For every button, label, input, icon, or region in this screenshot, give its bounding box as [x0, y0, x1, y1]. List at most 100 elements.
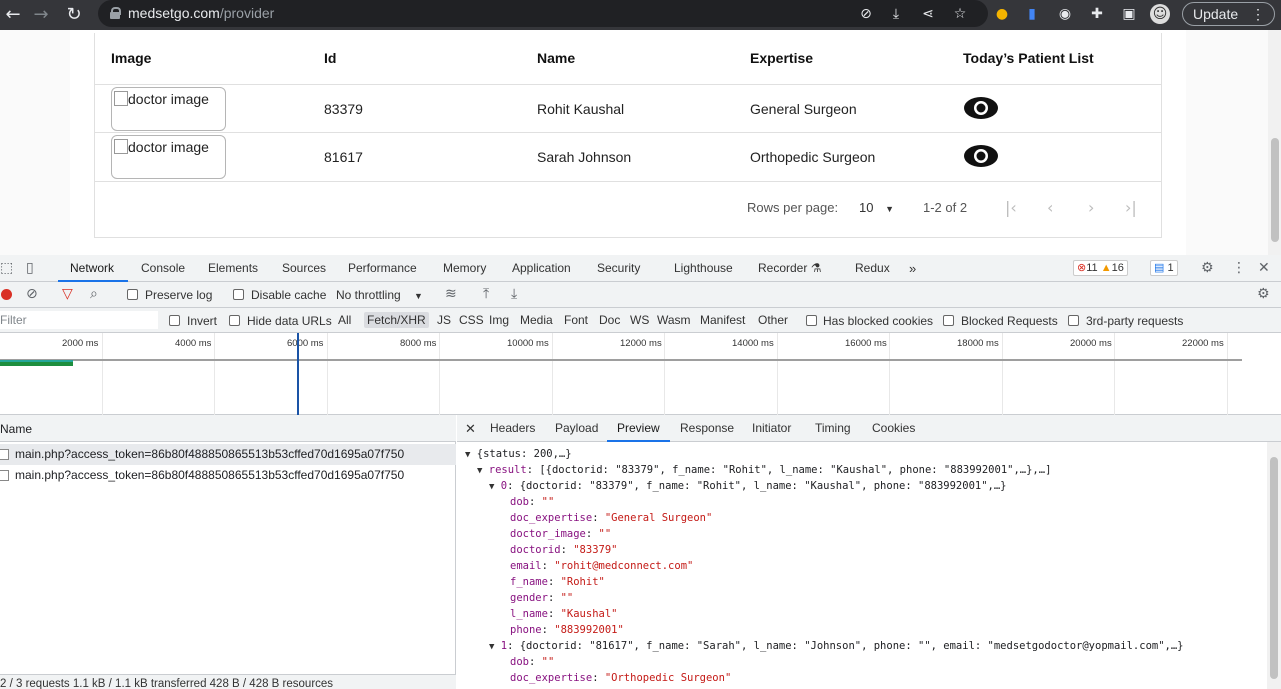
error-count: 11: [1086, 262, 1098, 274]
back-arrow-icon[interactable]: ←: [2, 4, 24, 26]
view-patients-eye-icon[interactable]: [963, 96, 999, 120]
type-filter-wasm[interactable]: Wasm: [654, 312, 694, 328]
last-page-icon[interactable]: ›|: [1125, 198, 1137, 217]
preview-scroll-thumb[interactable]: [1270, 457, 1278, 679]
tab-headers[interactable]: Headers: [490, 421, 535, 435]
close-devtools-icon[interactable]: ✕: [1258, 260, 1270, 276]
tab-network[interactable]: Network: [70, 261, 114, 275]
type-filter-img[interactable]: Img: [486, 312, 512, 328]
filter-input[interactable]: Filter: [0, 311, 158, 329]
tab-elements[interactable]: Elements: [208, 261, 258, 275]
tab-payload[interactable]: Payload: [555, 421, 598, 435]
tab-cookies[interactable]: Cookies: [872, 421, 915, 435]
devtools-tab-bar: ⬚ ▯ Network Console Elements Sources Per…: [0, 255, 1281, 282]
preview-item-0[interactable]: ▼ 0: {doctorid: "83379", f_name: "Rohit"…: [489, 480, 1007, 492]
address-bar[interactable]: medsetgo.com/provider ⊘ ⤓ ⋖ ☆: [98, 0, 988, 27]
first-page-icon[interactable]: |‹: [1005, 198, 1017, 217]
extension-1-icon[interactable]: ●: [992, 4, 1012, 24]
import-har-icon[interactable]: ⤒: [483, 286, 489, 302]
device-toolbar-icon[interactable]: ▯: [26, 260, 34, 276]
share-icon[interactable]: ⋖: [918, 4, 938, 24]
tab-response[interactable]: Response: [680, 421, 734, 435]
type-filter-js[interactable]: JS: [434, 312, 454, 328]
type-filter-other[interactable]: Other: [755, 312, 791, 328]
reload-icon[interactable]: ↻: [63, 4, 85, 26]
install-app-icon[interactable]: ⤓: [886, 4, 906, 24]
tab-console[interactable]: Console: [141, 261, 185, 275]
preview-result[interactable]: ▼ result: [{doctorid: "83379", f_name: "…: [477, 464, 1051, 476]
type-filter-ws[interactable]: WS: [627, 312, 652, 328]
rows-per-page-select[interactable]: 10 ▼: [859, 200, 894, 215]
close-detail-icon[interactable]: ✕: [465, 421, 476, 437]
more-tabs-icon[interactable]: »: [909, 261, 916, 276]
extensions-puzzle-icon[interactable]: ✚: [1087, 4, 1107, 24]
type-filter-fetch-xhr[interactable]: Fetch/XHR: [364, 312, 429, 328]
tab-initiator[interactable]: Initiator: [752, 421, 791, 435]
filter-funnel-icon[interactable]: ▽: [62, 286, 73, 302]
view-patients-eye-icon[interactable]: [963, 144, 999, 168]
disable-cache-checkbox[interactable]: [233, 289, 244, 300]
side-panel-icon[interactable]: ▣: [1119, 4, 1139, 24]
tab-preview[interactable]: Preview: [617, 421, 660, 435]
tab-timing[interactable]: Timing: [815, 421, 851, 435]
type-filter-all[interactable]: All: [335, 312, 354, 328]
messages-badge[interactable]: ▤ 1: [1150, 260, 1178, 276]
menu-dots-icon[interactable]: ⋮: [1251, 3, 1265, 25]
property-value: "Kaushal": [560, 608, 618, 620]
network-settings-icon[interactable]: ⚙: [1257, 286, 1270, 302]
tab-memory[interactable]: Memory: [443, 261, 486, 275]
tab-recorder[interactable]: Recorder ⚗: [758, 261, 821, 275]
profile-avatar-icon[interactable]: ☺: [1150, 4, 1170, 24]
preview-item-1[interactable]: ▼ 1: {doctorid: "81617", f_name: "Sarah"…: [489, 640, 1184, 652]
type-filter-doc[interactable]: Doc: [596, 312, 623, 328]
update-button[interactable]: Update ⋮: [1182, 2, 1275, 26]
inspect-element-icon[interactable]: ⬚: [0, 260, 13, 276]
third-party-checkbox[interactable]: [1068, 315, 1079, 326]
settings-gear-icon[interactable]: ⚙: [1201, 260, 1214, 276]
tab-performance[interactable]: Performance: [348, 261, 417, 275]
throttling-select[interactable]: No throttling ▼: [336, 288, 423, 302]
tab-redux[interactable]: Redux: [855, 261, 890, 275]
type-filter-css[interactable]: CSS: [456, 312, 487, 328]
devtools-menu-icon[interactable]: ⋮: [1232, 260, 1246, 276]
network-timeline-overview[interactable]: 2000 ms 4000 ms 6000 ms 8000 ms 10000 ms…: [0, 333, 1281, 415]
page-scroll-thumb[interactable]: [1271, 138, 1279, 242]
hide-data-urls-checkbox[interactable]: [229, 315, 240, 326]
forward-arrow-icon[interactable]: →: [30, 4, 52, 26]
type-filter-manifest[interactable]: Manifest: [697, 312, 748, 328]
dropdown-arrow-icon: ▼: [885, 204, 895, 214]
export-har-icon[interactable]: ⤓: [511, 286, 517, 302]
extension-3-icon[interactable]: ◉: [1055, 4, 1075, 24]
type-filter-font[interactable]: Font: [561, 312, 591, 328]
blocked-cookies-checkbox[interactable]: [806, 315, 817, 326]
type-filter-media[interactable]: Media: [517, 312, 556, 328]
issues-badge[interactable]: ⊗11 ▲16: [1073, 260, 1128, 276]
tab-security[interactable]: Security: [597, 261, 640, 275]
property-value: "Rohit": [560, 576, 605, 588]
tab-application[interactable]: Application: [512, 261, 571, 275]
prev-page-icon[interactable]: ‹: [1047, 198, 1053, 217]
xhr-file-icon: [0, 470, 9, 481]
preserve-log-checkbox[interactable]: [127, 289, 138, 300]
extension-2-icon[interactable]: ▮: [1022, 4, 1042, 24]
warning-icon: ▲: [1100, 262, 1112, 274]
request-row[interactable]: main.php?access_token=86b80f488850865513…: [0, 465, 456, 486]
blocked-requests-checkbox[interactable]: [943, 315, 954, 326]
browser-toolbar: ← → ↻ medsetgo.com/provider ⊘ ⤓ ⋖ ☆ ● ▮ …: [0, 0, 1281, 30]
next-page-icon[interactable]: ›: [1088, 198, 1094, 217]
network-conditions-icon[interactable]: ≋: [445, 286, 457, 302]
page-scrollbar[interactable]: [1268, 30, 1281, 255]
record-icon[interactable]: [1, 289, 12, 300]
invert-checkbox[interactable]: [169, 315, 180, 326]
blocked-camera-icon[interactable]: ⊘: [856, 4, 876, 24]
preview-scrollbar[interactable]: [1267, 442, 1281, 689]
name-column-header[interactable]: Name: [0, 415, 456, 442]
preview-root[interactable]: ▼ {status: 200,…}: [465, 448, 572, 460]
clear-icon[interactable]: ⊘: [26, 286, 38, 302]
bookmark-star-icon[interactable]: ☆: [950, 4, 970, 24]
tab-recorder-label: Recorder: [758, 261, 808, 275]
tab-sources[interactable]: Sources: [282, 261, 326, 275]
request-row[interactable]: main.php?access_token=86b80f488850865513…: [0, 444, 456, 465]
tab-lighthouse[interactable]: Lighthouse: [674, 261, 733, 275]
search-icon[interactable]: ⌕: [90, 286, 98, 302]
